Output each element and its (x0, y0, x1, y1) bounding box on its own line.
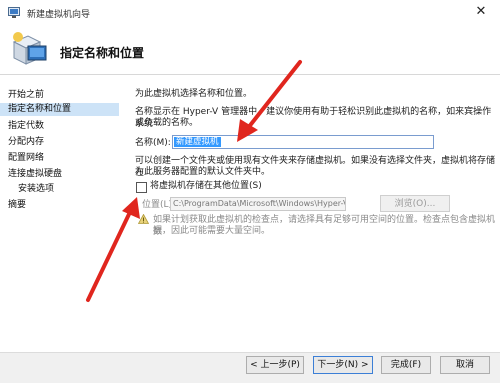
previous-button[interactable]: < 上一步(P) (246, 356, 304, 374)
cancel-button[interactable]: 取消 (440, 356, 490, 374)
arrow-to-next-button (86, 197, 140, 302)
finish-button[interactable]: 完成(F) (381, 356, 431, 374)
red-arrow-annotations (86, 60, 314, 370)
arrow-to-name-field (237, 60, 302, 142)
next-button[interactable]: 下一步(N) > (313, 356, 373, 374)
